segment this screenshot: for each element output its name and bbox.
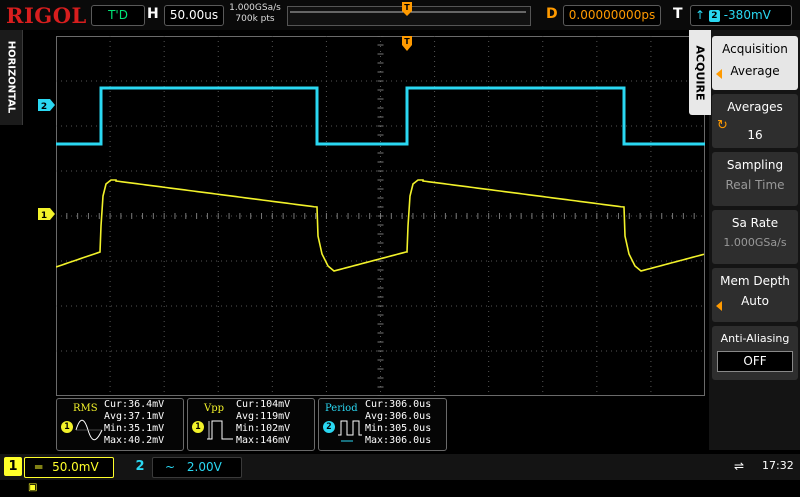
menu-acquisition-title: Acquisition [722, 42, 788, 56]
ch2-marker-label: 2 [41, 102, 47, 111]
menu-acquisition-arrow-icon [716, 69, 722, 79]
svg-text:T: T [404, 3, 410, 12]
measurement-period-name: Period [325, 403, 358, 414]
run-status-badge[interactable]: T'D [91, 5, 145, 26]
menu-sa-rate[interactable]: Sa Rate 1.000GSa/s [712, 210, 798, 264]
svg-text:T: T [404, 37, 410, 46]
ch2-scale: 2.00V [186, 460, 222, 474]
ch1-scale: 50.0mV [52, 460, 99, 474]
vpp-cur: Cur:104mV [236, 399, 291, 410]
timebase-value[interactable]: 50.00us [164, 5, 224, 26]
vpp-max: Max:146mV [236, 435, 291, 446]
waveform-display[interactable] [56, 36, 705, 396]
menu-anti-aliasing[interactable]: Anti-Aliasing OFF [712, 326, 798, 380]
ch2-settings[interactable]: ~ 2.00V [152, 457, 242, 478]
measurement-vpp-channel: 1 [192, 421, 204, 433]
sample-rate-readout: 1.000GSa/s 700k pts [228, 3, 282, 25]
trigger-channel-badge: 2 [708, 10, 720, 22]
rotate-knob-icon: ↻ [717, 118, 728, 133]
menu-sampling-title: Sampling [726, 158, 784, 172]
menu-sa-rate-title: Sa Rate [731, 216, 779, 230]
menu-mem-depth[interactable]: Mem Depth Auto [712, 268, 798, 322]
ch1-button[interactable]: 1 [4, 457, 22, 476]
trigger-position-marker-icon: T [402, 2, 412, 16]
menu-averages-title: Averages [727, 100, 783, 114]
ch1-marker-label: 1 [41, 211, 47, 220]
ch1-offset-marker[interactable]: 1 [38, 208, 56, 220]
memory-points-text: 700k pts [235, 14, 275, 24]
ch1-coupling-icon: ═ [35, 460, 43, 474]
menu-acquisition-value: Average [730, 64, 780, 78]
rms-cur: Cur:36.4mV [104, 399, 165, 410]
menu-sampling[interactable]: Sampling Real Time [712, 152, 798, 206]
trigger-point-marker-icon: T [402, 36, 412, 51]
vpp-min: Min:102mV [236, 423, 291, 434]
acquire-tab-label: ACQUIRE [693, 45, 707, 101]
menu-averages[interactable]: Averages ↻ 16 [712, 94, 798, 148]
measurement-vpp[interactable]: Vpp 1 Cur:104mV Avg:119mV Min:102mV Max:… [187, 398, 315, 451]
period-max: Max:306.0us [365, 435, 432, 446]
measurement-period-channel: 2 [323, 421, 335, 433]
period-min: Min:305.0us [365, 423, 432, 434]
ch2-coupling-icon: ~ [165, 460, 176, 474]
trigger-label: T [673, 6, 683, 22]
ch1-bandwidth-icon: ▣ [28, 482, 38, 493]
period-avg: Avg:306.0us [365, 411, 432, 422]
sine-wave-icon [75, 419, 103, 441]
vpp-avg: Avg:119mV [236, 411, 291, 422]
period-cur: Cur:306.0us [365, 399, 432, 410]
clock: 17:32 [762, 459, 794, 472]
measurement-vpp-name: Vpp [204, 403, 225, 414]
menu-mem-depth-title: Mem Depth [720, 274, 790, 288]
rms-min: Min:35.1mV [104, 423, 165, 434]
sample-rate-text: 1.000GSa/s [229, 3, 281, 13]
rms-max: Max:40.2mV [104, 435, 165, 446]
menu-anti-aliasing-title: Anti-Aliasing [720, 332, 790, 345]
usb-icon: ⇌ [734, 459, 745, 473]
menu-mem-depth-value: Auto [741, 294, 769, 308]
horizontal-label: H [147, 6, 159, 22]
period-icon [338, 420, 362, 442]
rms-avg: Avg:37.1mV [104, 411, 165, 422]
horizontal-tab-label: HORIZONTAL [5, 40, 17, 114]
menu-sampling-value: Real Time [725, 178, 785, 192]
trigger-settings[interactable]: ↑ 2 -380mV [690, 5, 792, 26]
pulse-vpp-icon [207, 420, 233, 440]
graticule [56, 36, 705, 396]
horizontal-delay-value[interactable]: 0.00000000ps [563, 5, 661, 26]
menu-mem-depth-arrow-icon [716, 301, 722, 311]
measurement-rms-channel: 1 [61, 421, 73, 433]
menu-sa-rate-value: 1.000GSa/s [723, 236, 787, 249]
rising-edge-icon: ↑ [695, 8, 706, 22]
measurement-period[interactable]: Period 2 Cur:306.0us Avg:306.0us Min:305… [318, 398, 447, 451]
delay-label: D [546, 6, 558, 22]
ch2-button[interactable]: 2 [131, 457, 149, 476]
menu-anti-aliasing-value: OFF [717, 351, 793, 372]
measurement-rms-name: RMS [73, 403, 98, 414]
ch1-settings[interactable]: ═ 50.0mV ▣ [24, 457, 114, 493]
ch2-offset-marker[interactable]: 2 [38, 99, 56, 111]
menu-acquisition[interactable]: Acquisition Average [712, 36, 798, 90]
measurement-rms[interactable]: RMS 1 Cur:36.4mV Avg:37.1mV Min:35.1mV M… [56, 398, 184, 451]
trigger-level-text: -380mV [723, 8, 771, 22]
channel-bar [0, 454, 800, 480]
brand-logo: RIGOL [6, 3, 87, 28]
